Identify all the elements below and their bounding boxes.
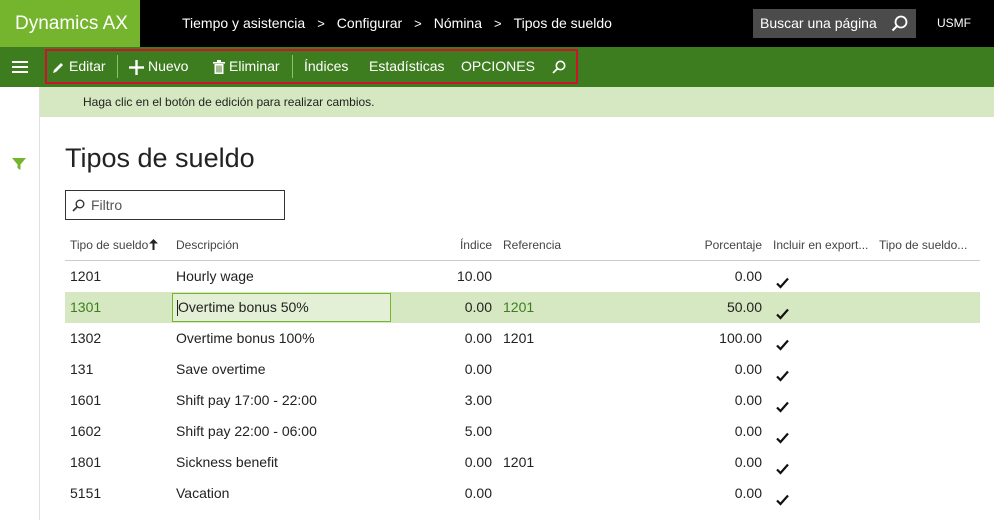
cell-description: Save overtime <box>176 361 266 377</box>
message-bar: Haga clic en el botón de edición para re… <box>40 87 994 117</box>
cell-index: 3.00 <box>464 392 492 408</box>
cell-pay-type: 1601 <box>70 392 102 408</box>
action-bar: Editar Nuevo Eliminar Índices Estadístic… <box>0 47 994 87</box>
cell-pay-type: 1801 <box>70 454 102 470</box>
pencil-icon <box>53 62 63 73</box>
toolbar-search-icon[interactable] <box>552 51 570 82</box>
column-header-reference[interactable]: Referencia <box>503 230 561 261</box>
left-rail <box>0 87 40 520</box>
breadcrumb-item[interactable]: Configurar <box>337 0 402 47</box>
cell-pay-type: 1301 <box>70 299 102 315</box>
cell-percentage: 50.00 <box>726 299 762 315</box>
cell-description: Shift pay 17:00 - 22:00 <box>176 392 317 408</box>
cell-reference: 1201 <box>503 454 535 470</box>
top-bar: Dynamics AX Tiempo y asistencia > Configur… <box>0 0 994 47</box>
column-header-pay-type-extra[interactable]: Tipo de sueldo... <box>879 230 967 261</box>
column-header-description[interactable]: Descripción <box>176 230 239 261</box>
table-row[interactable]: 5151 Vacation 0.00 0.00 <box>65 478 980 509</box>
cell-description: Shift pay 22:00 - 06:00 <box>176 423 317 439</box>
cell-index: 0.00 <box>464 299 492 315</box>
search-placeholder: Buscar una página <box>760 15 877 31</box>
breadcrumb-item[interactable]: Nómina <box>434 0 482 47</box>
cell-pay-type: 131 <box>70 361 94 377</box>
breadcrumb-item: Tipos de sueldo <box>513 15 612 31</box>
cell-reference: 1201 <box>503 299 535 315</box>
filter-placeholder: Filtro <box>91 197 123 213</box>
cell-index: 0.00 <box>464 454 492 470</box>
cell-index: 5.00 <box>464 423 492 439</box>
column-header-percentage[interactable]: Porcentaje <box>685 230 762 261</box>
table-row[interactable]: 1302 Overtime bonus 100% 0.00 1201 100.0… <box>65 323 980 354</box>
cell-pay-type: 1302 <box>70 330 102 346</box>
pay-types-grid: Tipo de sueldo Descripción Índice Refere… <box>65 230 980 509</box>
checkmark-icon <box>776 486 789 517</box>
filter-input[interactable]: Filtro <box>65 190 285 220</box>
cell-percentage: 0.00 <box>734 485 762 501</box>
page-search-input[interactable]: Buscar una página <box>753 9 916 38</box>
chevron-right-icon: > <box>414 16 422 31</box>
edit-button-label: Editar <box>69 58 106 74</box>
cell-description: Sickness benefit <box>176 454 278 470</box>
breadcrumb-item[interactable]: Tiempo y asistencia <box>182 0 305 47</box>
cell-pay-type: 1201 <box>70 268 102 284</box>
cell-percentage: 100.00 <box>719 330 762 346</box>
trash-icon <box>213 60 225 75</box>
cell-index: 10.00 <box>456 268 492 284</box>
app-title[interactable]: Dynamics AX <box>0 0 140 47</box>
search-icon[interactable] <box>891 15 908 32</box>
edit-button[interactable]: Editar <box>52 51 106 82</box>
company-selector[interactable]: USMF <box>937 0 971 47</box>
column-header-include-export[interactable]: Incluir en export... <box>773 230 868 261</box>
cell-pay-type: 1602 <box>70 423 102 439</box>
plus-icon <box>129 59 144 75</box>
table-row[interactable]: 1601 Shift pay 17:00 - 22:00 3.00 0.00 <box>65 385 980 416</box>
cell-percentage: 0.00 <box>734 454 762 470</box>
toolbar-highlight: Editar Nuevo Eliminar Índices Estadístic… <box>45 49 578 84</box>
delete-button[interactable]: Eliminar <box>213 51 280 82</box>
cell-percentage: 0.00 <box>734 361 762 377</box>
filter-icon[interactable] <box>12 157 26 176</box>
cell-index: 0.00 <box>464 361 492 377</box>
cell-reference: 1201 <box>503 330 535 346</box>
description-edit-field[interactable]: Overtime bonus 50% <box>172 293 391 322</box>
cell-percentage: 0.00 <box>734 423 762 439</box>
column-header-index[interactable]: Índice <box>430 230 492 261</box>
page-title: Tipos de sueldo <box>65 143 255 173</box>
new-button-label: Nuevo <box>148 58 189 74</box>
table-row[interactable]: 1602 Shift pay 22:00 - 06:00 5.00 0.00 <box>65 416 980 447</box>
chevron-right-icon: > <box>494 16 502 31</box>
options-button[interactable]: OPCIONES <box>461 51 535 82</box>
search-icon <box>72 199 85 217</box>
table-row[interactable]: 1201 Hourly wage 10.00 0.00 <box>65 261 980 292</box>
chevron-right-icon: > <box>317 16 325 31</box>
table-row[interactable]: 1301 Overtime bonus 50% 0.00 1201 50.00 <box>65 292 980 323</box>
table-row[interactable]: 1801 Sickness benefit 0.00 1201 0.00 <box>65 447 980 478</box>
cell-description: Overtime bonus 100% <box>176 330 315 346</box>
delete-button-label: Eliminar <box>229 58 280 74</box>
cell-index: 0.00 <box>464 330 492 346</box>
cell-index: 0.00 <box>464 485 492 501</box>
cell-pay-type: 5151 <box>70 485 102 501</box>
cell-percentage: 0.00 <box>734 392 762 408</box>
cell-description: Overtime bonus 50% <box>178 299 309 315</box>
table-row[interactable]: 131 Save overtime 0.00 0.00 <box>65 354 980 385</box>
cell-description: Hourly wage <box>176 268 254 284</box>
indices-button[interactable]: Índices <box>304 51 348 82</box>
new-button[interactable]: Nuevo <box>129 51 188 82</box>
grid-header: Tipo de sueldo Descripción Índice Refere… <box>65 230 980 261</box>
statistics-button[interactable]: Estadísticas <box>369 51 444 82</box>
breadcrumb: Tiempo y asistencia > Configurar > Nómina > Ti… <box>182 0 612 47</box>
column-header-pay-type[interactable]: Tipo de sueldo <box>70 230 159 261</box>
sort-ascending-icon <box>149 239 159 250</box>
cell-percentage: 0.00 <box>734 268 762 284</box>
cell-description: Vacation <box>176 485 230 501</box>
hamburger-menu-icon[interactable] <box>0 47 40 87</box>
